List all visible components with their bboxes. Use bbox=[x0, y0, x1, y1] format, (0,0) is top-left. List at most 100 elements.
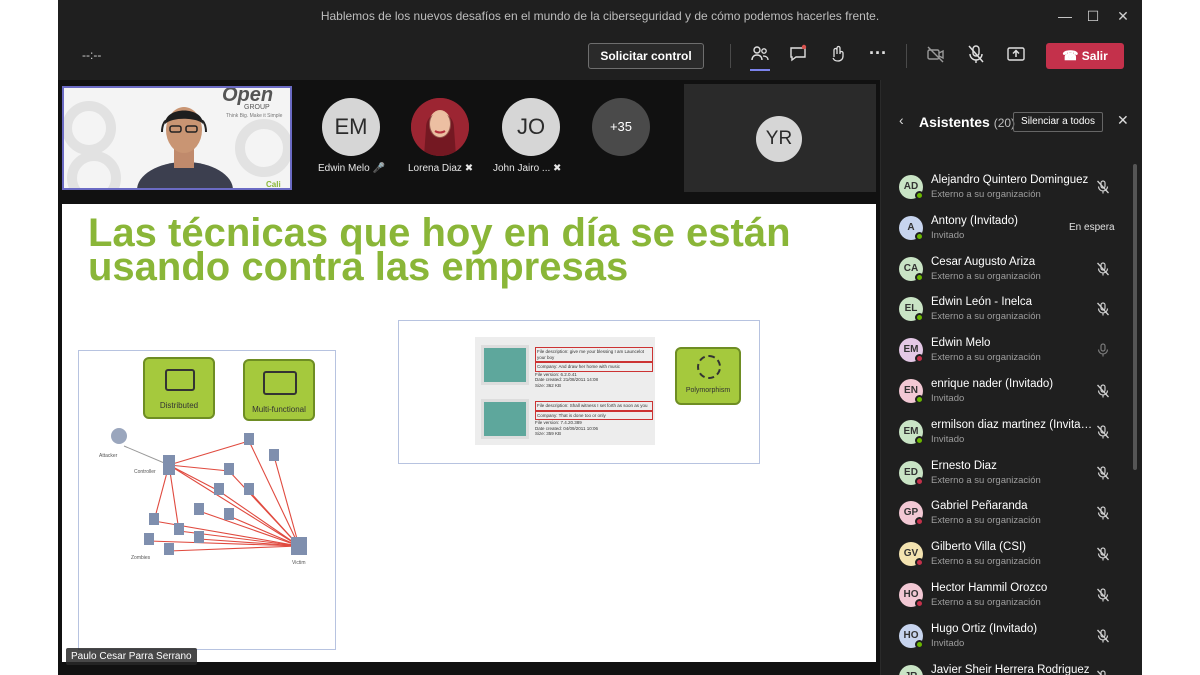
polymorphism-diagram: File description: give me your blessing … bbox=[398, 320, 760, 464]
mute-all-button[interactable]: Silenciar a todos bbox=[1013, 112, 1103, 132]
attendee-row[interactable]: GV Gilberto Villa (CSI) Externo a su organ… bbox=[881, 534, 1131, 574]
more-participants-button[interactable]: +35 bbox=[592, 98, 650, 156]
presence-dot bbox=[915, 272, 924, 282]
mic-off-icon[interactable] bbox=[1095, 179, 1111, 195]
lorena-photo bbox=[411, 98, 469, 156]
mic-off-icon[interactable] bbox=[1095, 383, 1111, 399]
attendee-status: Invitado bbox=[931, 433, 965, 445]
open-logo-sub: GROUP bbox=[244, 104, 270, 111]
attendee-name: enrique nader (Invitado) bbox=[931, 378, 1054, 390]
chat-icon[interactable] bbox=[786, 44, 810, 68]
mic-off-icon[interactable] bbox=[1095, 261, 1111, 277]
attendee-status: Externo a su organización bbox=[931, 352, 1041, 364]
victim-label: Victim bbox=[292, 560, 306, 566]
attendee-status: Externo a su organización bbox=[931, 189, 1041, 200]
attendee-row[interactable]: EM Edwin Melo Externo a su organización bbox=[881, 330, 1131, 370]
presence-dot bbox=[915, 476, 924, 486]
teams-window: Hablemos de los nuevos desafíos en el mu… bbox=[58, 0, 1142, 675]
multifunctional-box: Multi-functional bbox=[243, 359, 315, 421]
presence-dot bbox=[915, 313, 924, 323]
participant-name-lorena: Lorena Diaz ✖ bbox=[408, 163, 474, 174]
toolbox-icon bbox=[263, 371, 297, 395]
open-tagline: Think Big. Make it Simple bbox=[226, 113, 283, 119]
minimize-icon[interactable]: — bbox=[1050, 0, 1080, 32]
presence-dot bbox=[915, 558, 924, 568]
participant-tile-yr[interactable]: YR bbox=[684, 84, 876, 192]
shared-slide: Las técnicas que hoy en día se están usa… bbox=[62, 204, 876, 662]
camera-off-icon[interactable] bbox=[924, 44, 948, 68]
attendee-row[interactable]: AD Alejandro Quintero Dominguez Externo a … bbox=[881, 167, 1131, 207]
mic-off-icon[interactable] bbox=[1095, 546, 1111, 562]
file-thumbnail bbox=[481, 345, 529, 385]
file-thumbnail bbox=[481, 399, 529, 439]
attendee-row[interactable]: A Antony (Invitado) Invitado En espera bbox=[881, 208, 1131, 248]
attendee-row[interactable]: JR Javier Sheir Herrera Rodriguez bbox=[881, 657, 1131, 675]
presence-dot bbox=[915, 191, 924, 200]
presenter-name-tag: Paulo Cesar Parra Serrano bbox=[66, 648, 197, 665]
hang-up-icon: ☎ bbox=[1062, 48, 1079, 63]
attendee-status: Externo a su organización bbox=[931, 597, 1041, 608]
presence-dot bbox=[915, 639, 924, 649]
maximize-icon[interactable]: ☐ bbox=[1078, 0, 1108, 32]
mic-off-icon[interactable] bbox=[1095, 628, 1111, 644]
avatar: JR bbox=[899, 664, 923, 675]
scrollbar[interactable] bbox=[1133, 164, 1137, 470]
attendee-name: Edwin León - Inelca bbox=[931, 296, 1033, 309]
attendee-status: Invitado bbox=[931, 229, 965, 241]
share-screen-icon[interactable] bbox=[1004, 44, 1028, 68]
multifunctional-label: Multi-functional bbox=[252, 405, 306, 414]
mic-icon: 🎤 bbox=[372, 163, 385, 174]
attendee-name: Javier Sheir Herrera Rodriguez bbox=[931, 663, 1090, 675]
attendee-row[interactable]: EM ermilson diaz martinez (Invitado) Invit… bbox=[881, 412, 1131, 452]
polymorphism-box: Polymorphism bbox=[675, 347, 741, 405]
meeting-stage: Open GROUP Think Big. Make it Simple Cal… bbox=[58, 80, 880, 675]
request-control-button[interactable]: Solicitar control bbox=[588, 43, 704, 69]
close-window-icon[interactable]: ✕ bbox=[1108, 0, 1138, 32]
attendee-row[interactable]: ED Ernesto Diaz Externo a su organización bbox=[881, 453, 1131, 493]
mic-off-icon: ✖ bbox=[464, 163, 474, 174]
participant-avatar-john[interactable]: JO bbox=[502, 98, 560, 156]
polymorphism-icon bbox=[697, 355, 721, 379]
attendee-name: Cesar Augusto Ariza bbox=[931, 255, 1036, 268]
slide-title: Las técnicas que hoy en día se están usa… bbox=[88, 211, 791, 289]
attendee-row[interactable]: CA Cesar Augusto Ariza Externo a su organi… bbox=[881, 249, 1131, 289]
attendee-name: Edwin Melo bbox=[931, 337, 991, 350]
attendee-row[interactable]: EL Edwin León - Inelca Externo a su organi… bbox=[881, 289, 1131, 329]
mic-off-icon[interactable] bbox=[1095, 465, 1111, 481]
back-chevron-icon[interactable]: ‹ bbox=[899, 112, 904, 128]
close-panel-icon[interactable]: ✕ bbox=[1117, 112, 1129, 129]
file-properties-panel: File description: give me your blessing … bbox=[475, 337, 655, 445]
attendee-row[interactable]: HO Hugo Ortiz (Invitado) Invitado bbox=[881, 616, 1131, 656]
leave-button[interactable]: ☎ Salir bbox=[1046, 43, 1124, 69]
participant-avatar-edwin[interactable]: EM bbox=[322, 98, 380, 156]
mic-off-icon: ✖ bbox=[553, 163, 562, 174]
attendee-name: Hector Hammil Orozco bbox=[931, 582, 1048, 594]
presence-dot bbox=[915, 231, 924, 241]
reactions-icon[interactable] bbox=[826, 44, 850, 68]
attendee-name: ermilson diaz martinez (Invitado) bbox=[931, 418, 1093, 431]
microphone-off-icon[interactable] bbox=[964, 44, 988, 68]
more-options-icon[interactable]: ··· bbox=[866, 44, 890, 68]
polymorphism-label: Polymorphism bbox=[685, 387, 731, 394]
distributed-label: Distributed bbox=[159, 401, 199, 410]
attendee-row[interactable]: EN enrique nader (Invitado) Invitado bbox=[881, 371, 1131, 411]
meeting-timer: --:-- bbox=[82, 48, 102, 62]
mic-off-icon[interactable] bbox=[1095, 669, 1111, 675]
presence-dot bbox=[915, 517, 924, 527]
mic-off-icon[interactable] bbox=[1095, 424, 1111, 440]
attendee-row[interactable]: GP Gabriel Peñaranda Externo a su organiza… bbox=[881, 493, 1131, 533]
mic-off-icon[interactable] bbox=[1095, 301, 1111, 317]
distributed-box: Distributed bbox=[143, 357, 215, 419]
city-label: Cali bbox=[266, 180, 281, 189]
participants-icon[interactable] bbox=[748, 44, 772, 71]
terminal-icon bbox=[165, 369, 195, 391]
toolbar-divider bbox=[906, 44, 907, 68]
mic-icon[interactable] bbox=[1095, 342, 1111, 358]
presenter-video-tile[interactable]: Open GROUP Think Big. Make it Simple Cal… bbox=[62, 86, 292, 190]
participant-avatar-lorena[interactable] bbox=[411, 98, 469, 156]
attendee-row[interactable]: HO Hector Hammil Orozco Externo a su organ… bbox=[881, 575, 1131, 615]
presence-dot bbox=[915, 599, 924, 608]
mic-off-icon[interactable] bbox=[1095, 505, 1111, 521]
mic-off-icon[interactable] bbox=[1095, 587, 1111, 603]
attendee-status: Externo a su organización bbox=[931, 556, 1041, 568]
